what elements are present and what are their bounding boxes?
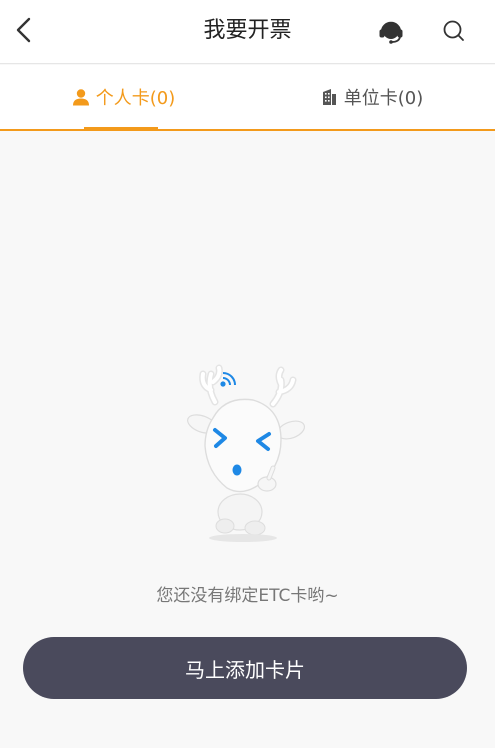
building-icon bbox=[320, 88, 338, 106]
person-icon bbox=[72, 88, 90, 106]
active-tab-indicator bbox=[84, 127, 158, 130]
top-bar: 我要开票 bbox=[0, 0, 495, 64]
tab-company-card[interactable]: 单位卡(0) bbox=[248, 65, 495, 129]
deer-mascot-illustration bbox=[187, 364, 306, 542]
add-card-button[interactable]: 马上添加卡片 bbox=[23, 637, 467, 699]
card-type-tabs: 个人卡(0) 单位卡(0) bbox=[0, 65, 495, 131]
headset-icon bbox=[379, 21, 403, 44]
back-button[interactable] bbox=[6, 12, 42, 48]
chevron-left-icon bbox=[16, 17, 31, 43]
search-button[interactable] bbox=[437, 14, 471, 48]
tab-personal-card[interactable]: 个人卡(0) bbox=[0, 65, 247, 129]
customer-service-button[interactable] bbox=[374, 14, 408, 48]
empty-state-message: 您还没有绑定ETC卡哟~ bbox=[156, 586, 339, 606]
search-icon bbox=[443, 20, 464, 41]
page-title: 我要开票 bbox=[203, 18, 292, 43]
tab-company-label: 单位卡(0) bbox=[343, 88, 424, 109]
tab-personal-label: 个人卡(0) bbox=[95, 88, 176, 109]
